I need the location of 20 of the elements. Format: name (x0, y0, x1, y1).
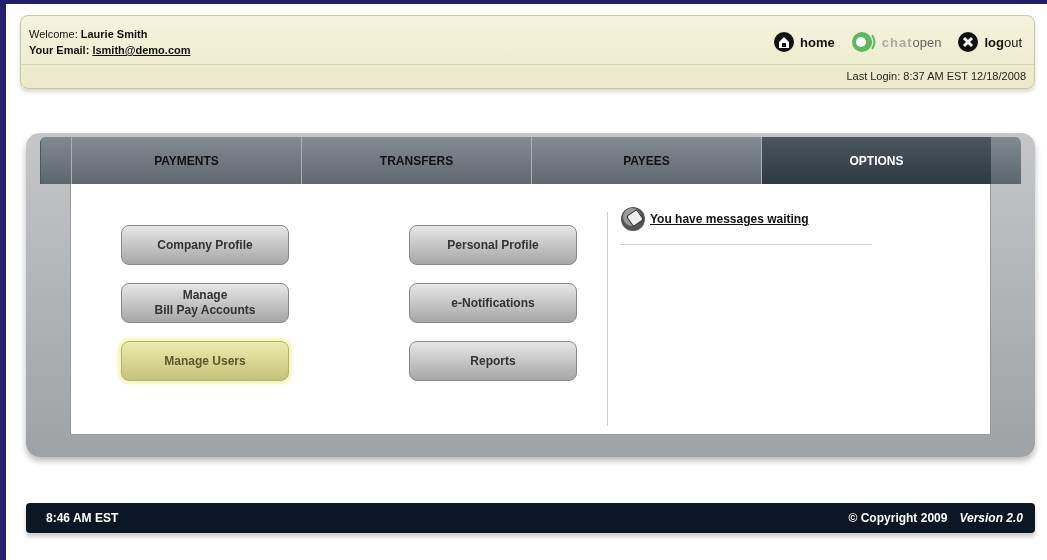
messages-link[interactable]: You have messages waiting (650, 212, 809, 226)
option-button[interactable]: e-Notifications (409, 283, 577, 323)
email-label: Your Email: (29, 44, 90, 56)
option-button[interactable]: Manage Bill Pay Accounts (121, 283, 289, 323)
version-text: Version 2.0 (959, 511, 1023, 525)
copyright-text: © Copyright 2009 (848, 511, 948, 525)
option-button[interactable]: Personal Profile (409, 225, 577, 265)
last-login-text: Last Login: 8:37 AM EST 12/18/2008 (845, 69, 1027, 84)
option-button[interactable]: Manage Users (121, 341, 289, 381)
home-link[interactable]: home (773, 31, 835, 53)
welcome-text: Welcome: Laurie Smith (29, 27, 149, 42)
home-icon (773, 31, 796, 53)
option-button[interactable]: Company Profile (121, 225, 289, 265)
close-icon (957, 31, 980, 53)
option-button[interactable]: Reports (409, 341, 577, 381)
nav-tab[interactable]: OPTIONS (761, 137, 991, 184)
chat-icon (850, 31, 877, 53)
logout-link[interactable]: logout (957, 31, 1022, 53)
time-text: 8:46 AM EST (46, 511, 119, 525)
email-link[interactable]: lsmith@demo.com (92, 44, 191, 56)
